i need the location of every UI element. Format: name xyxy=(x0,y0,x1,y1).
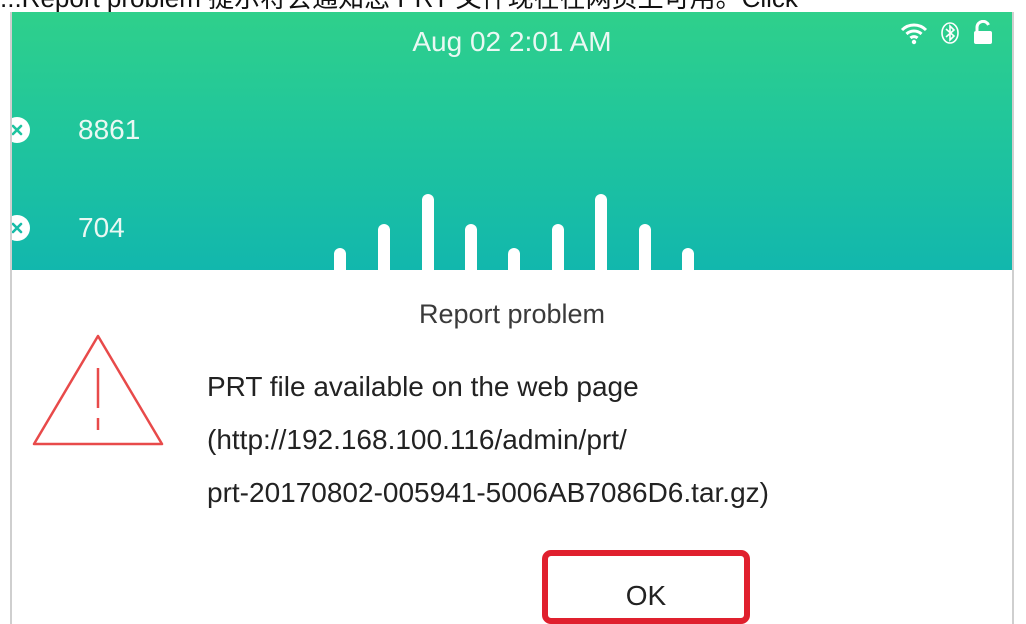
x-circle-icon xyxy=(12,215,30,241)
phone-screen: Aug 02 2:01 AM 8861 704 Report problem P… xyxy=(10,12,1014,624)
ok-label: OK xyxy=(625,580,667,611)
dialog-title: Report problem xyxy=(418,299,606,329)
logo-bar xyxy=(378,224,390,270)
logo-bar xyxy=(334,248,346,270)
line-number: 8861 xyxy=(78,114,141,145)
dialog-message: PRT file available on the web page (http… xyxy=(207,360,769,519)
bluetooth-icon xyxy=(941,22,959,44)
logo-bar xyxy=(508,248,520,270)
logo-bar xyxy=(595,194,607,270)
message-line: prt-20170802-005941-5006AB7086D6.tar.gz) xyxy=(207,477,769,508)
wifi-icon xyxy=(900,23,928,45)
line-number: 704 xyxy=(78,212,125,243)
logo-bar xyxy=(682,248,694,270)
warning-triangle-icon xyxy=(32,334,164,446)
line-item-1[interactable]: 8861 xyxy=(12,114,140,146)
line-item-2[interactable]: 704 xyxy=(12,212,125,244)
tutorial-caption: ...Report problem 提示将会通知您 PRT 文件现在在网页上可用… xyxy=(0,0,1026,12)
logo-bar xyxy=(422,194,434,270)
status-icons xyxy=(900,20,994,46)
home-header: Aug 02 2:01 AM 8861 704 xyxy=(12,12,1012,270)
message-line: (http://192.168.100.116/admin/prt/ xyxy=(207,424,627,455)
ok-button[interactable]: OK xyxy=(542,550,750,624)
logo-bar xyxy=(639,224,651,270)
caption-text: ...Report problem 提示将会通知您 PRT 文件现在在网页上可用… xyxy=(0,0,798,11)
logo-bar xyxy=(552,224,564,270)
cisco-logo-bars xyxy=(332,188,712,270)
x-circle-icon xyxy=(12,117,30,143)
logo-bar xyxy=(465,224,477,270)
status-datetime: Aug 02 2:01 AM xyxy=(412,26,612,57)
unlock-icon xyxy=(974,20,992,44)
message-line: PRT file available on the web page xyxy=(207,371,639,402)
